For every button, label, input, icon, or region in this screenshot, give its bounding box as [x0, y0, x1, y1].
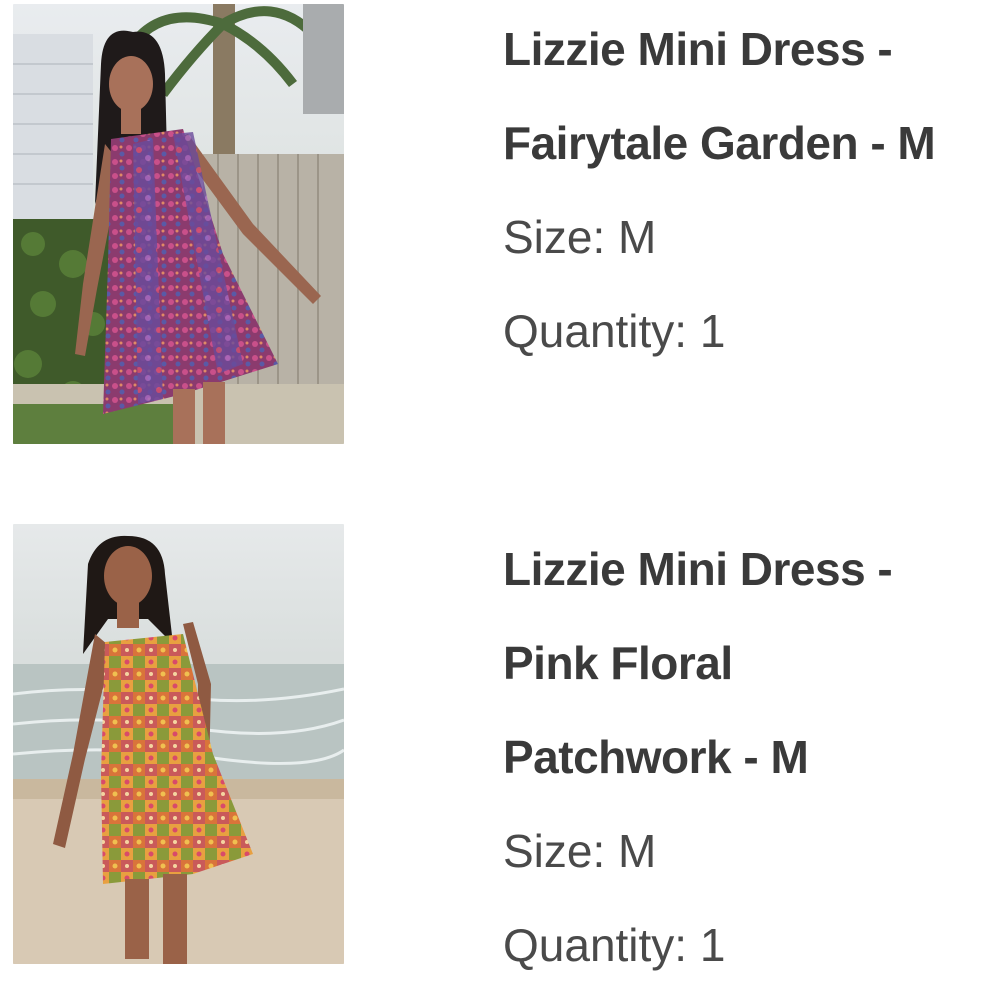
product-title-line: Lizzie Mini Dress - — [503, 543, 893, 595]
product-quantity: Quantity: 1 — [503, 919, 726, 971]
product-photo-fairytale-garden — [13, 4, 344, 444]
order-item[interactable]: Lizzie Mini Dress - Fairytale Garden - M… — [0, 0, 1000, 470]
product-title-line: Patchwork - M — [503, 731, 809, 783]
product-photo-pink-floral-patchwork — [13, 524, 344, 964]
product-title-line: Fairytale Garden - M — [503, 117, 936, 169]
product-image[interactable] — [13, 4, 344, 444]
product-size: Size: M — [503, 211, 657, 263]
order-item-list: Lizzie Mini Dress - Fairytale Garden - M… — [0, 0, 1000, 1000]
order-item[interactable]: Lizzie Mini Dress - Pink Floral Patchwor… — [0, 520, 1000, 1000]
product-title[interactable]: Lizzie Mini Dress - Fairytale Garden - M — [503, 0, 1000, 190]
product-title[interactable]: Lizzie Mini Dress - Pink Floral Patchwor… — [503, 520, 1000, 804]
product-quantity: Quantity: 1 — [503, 305, 726, 357]
product-title-line: Pink Floral — [503, 637, 733, 689]
product-info: Lizzie Mini Dress - Pink Floral Patchwor… — [503, 520, 1000, 992]
product-size: Size: M — [503, 825, 657, 877]
product-image[interactable] — [13, 524, 344, 964]
product-info: Lizzie Mini Dress - Fairytale Garden - M… — [503, 0, 1000, 378]
product-title-line: Lizzie Mini Dress - — [503, 23, 893, 75]
